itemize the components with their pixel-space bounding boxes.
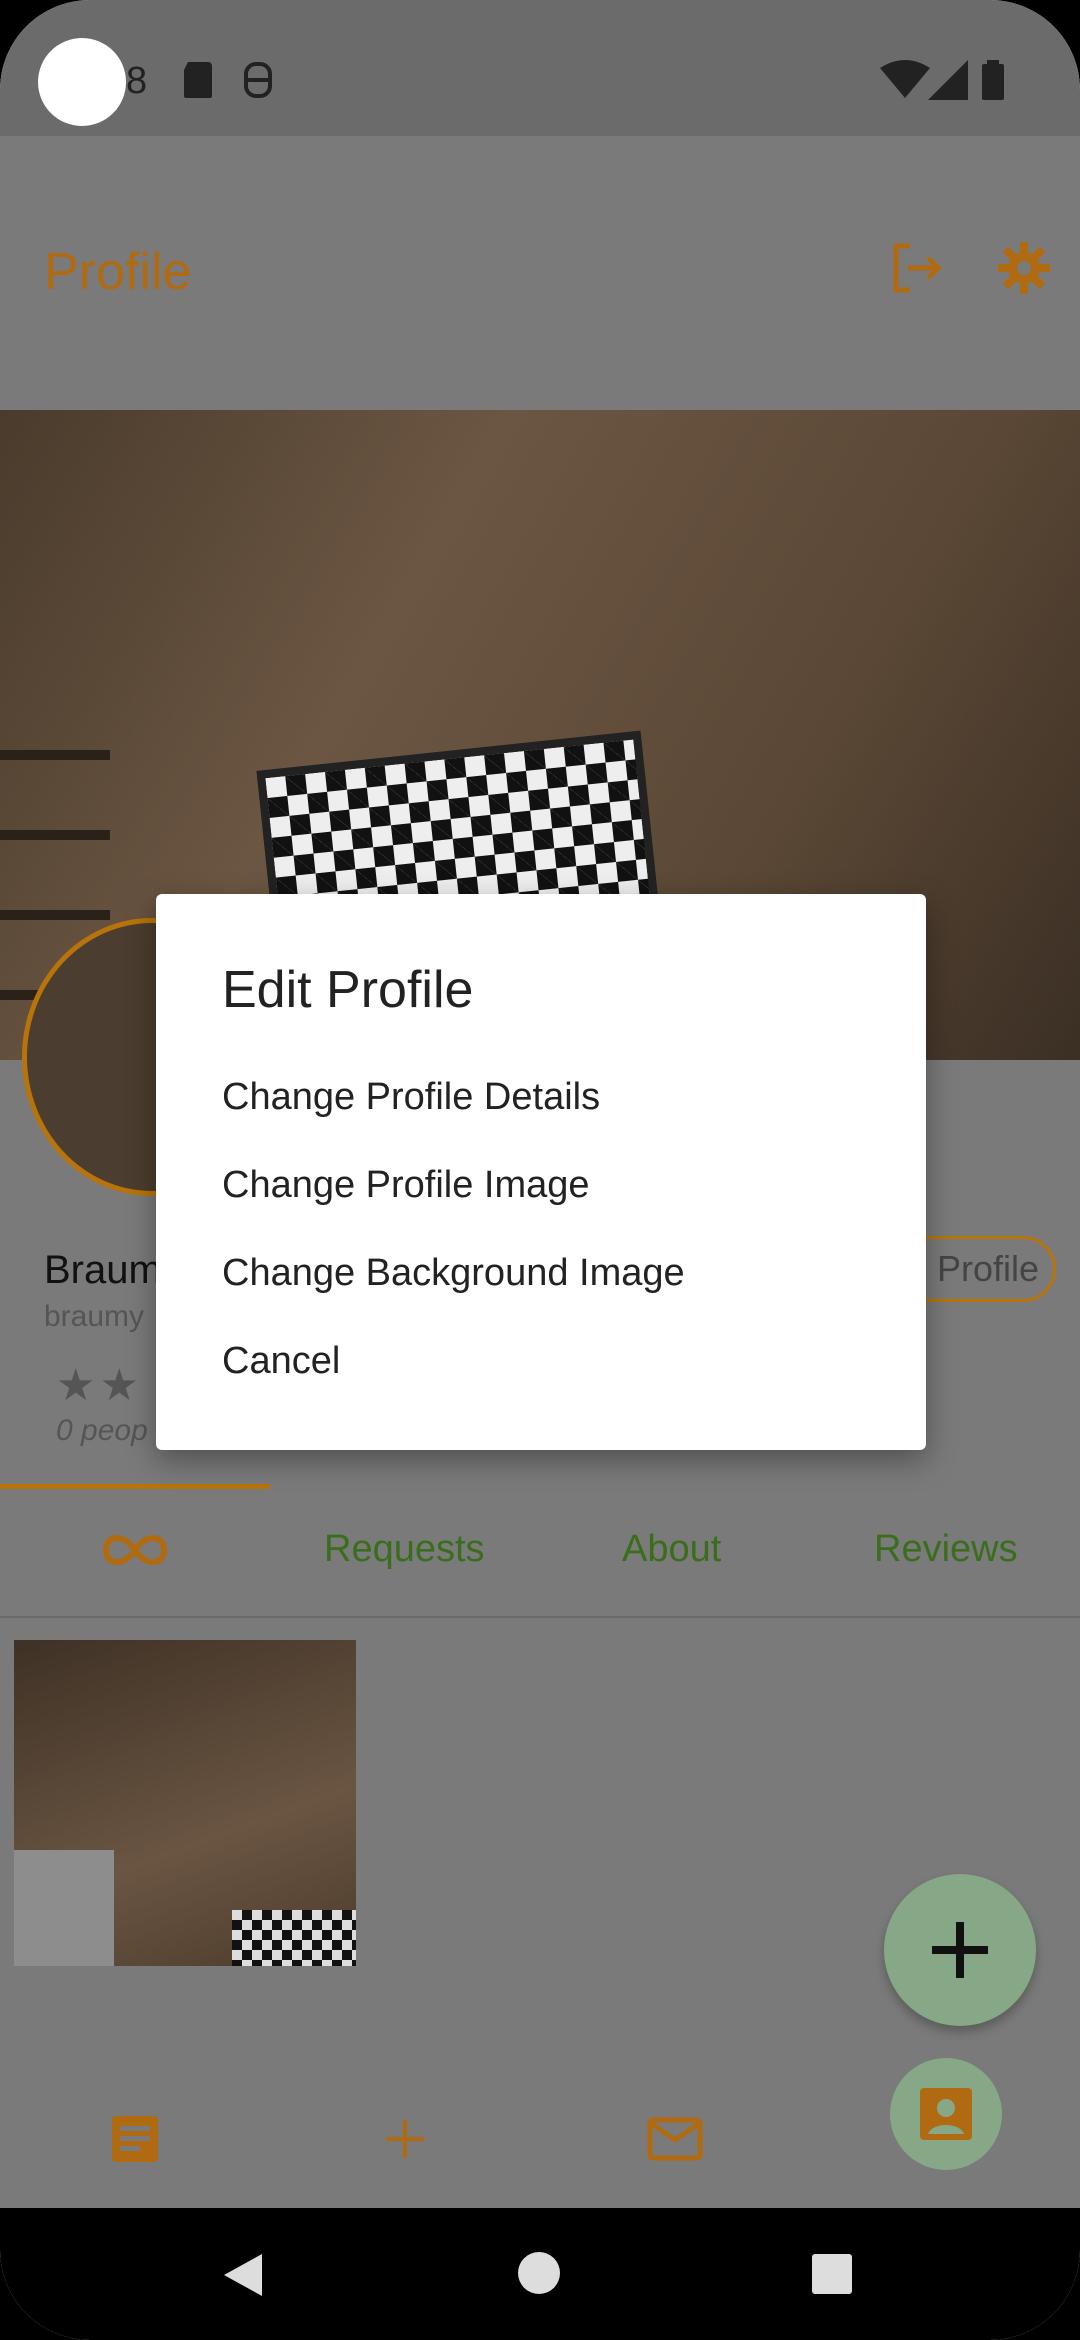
tab-requests[interactable]: Requests (324, 1528, 485, 1571)
profile-handle: braumy (44, 1300, 145, 1333)
shelf-decor (0, 910, 110, 920)
dialog-title: Edit Profile (222, 961, 474, 1019)
tab-indicator (0, 1484, 270, 1489)
recents-icon[interactable] (810, 2252, 854, 2296)
thumbnail-decor (14, 1850, 114, 1966)
change-profile-details-option[interactable]: Change Profile Details (222, 1076, 600, 1119)
battery-icon (982, 60, 1004, 100)
home-icon[interactable] (516, 2250, 562, 2296)
signal-icon (928, 60, 968, 100)
wifi-icon (880, 60, 930, 98)
profile-name: Braum (44, 1248, 162, 1292)
cancel-option[interactable]: Cancel (222, 1340, 340, 1383)
document-icon[interactable] (108, 2112, 162, 2166)
system-nav-bar (0, 2208, 1080, 2340)
rating-stars: ★★ (56, 1361, 143, 1410)
thumbnail-checkerboard (232, 1910, 356, 1966)
back-icon[interactable] (218, 2250, 268, 2300)
page-title: Profile (44, 243, 192, 301)
change-background-image-option[interactable]: Change Background Image (222, 1252, 685, 1295)
sd-card-icon (184, 62, 212, 98)
tab-all-infinity-icon[interactable] (100, 1530, 170, 1570)
logout-icon[interactable] (888, 240, 944, 296)
tab-reviews[interactable]: Reviews (874, 1528, 1018, 1571)
add-fab-button[interactable] (884, 1874, 1036, 2026)
status-bar: 8 (0, 0, 1080, 136)
tab-divider (0, 1616, 1080, 1618)
plus-icon[interactable] (378, 2112, 432, 2166)
mail-icon[interactable] (646, 2112, 704, 2166)
shelf-decor (0, 750, 110, 760)
rating-count: 0 peop (56, 1414, 148, 1447)
screen: 8 Profile Braum braumy ★★ 0 peop Profile (0, 0, 1080, 2340)
bottom-nav (0, 2070, 1080, 2208)
tab-about[interactable]: About (622, 1528, 721, 1571)
status-time: 8 (126, 60, 148, 102)
privacy-icon (244, 62, 272, 98)
edit-profile-dialog: Edit Profile Change Profile Details Chan… (156, 894, 926, 1450)
change-profile-image-option[interactable]: Change Profile Image (222, 1164, 590, 1207)
plus-icon (932, 1922, 988, 1978)
camera-cutout (38, 38, 126, 126)
post-thumbnail[interactable] (14, 1640, 356, 1966)
gear-icon[interactable] (996, 240, 1052, 296)
shelf-decor (0, 830, 110, 840)
